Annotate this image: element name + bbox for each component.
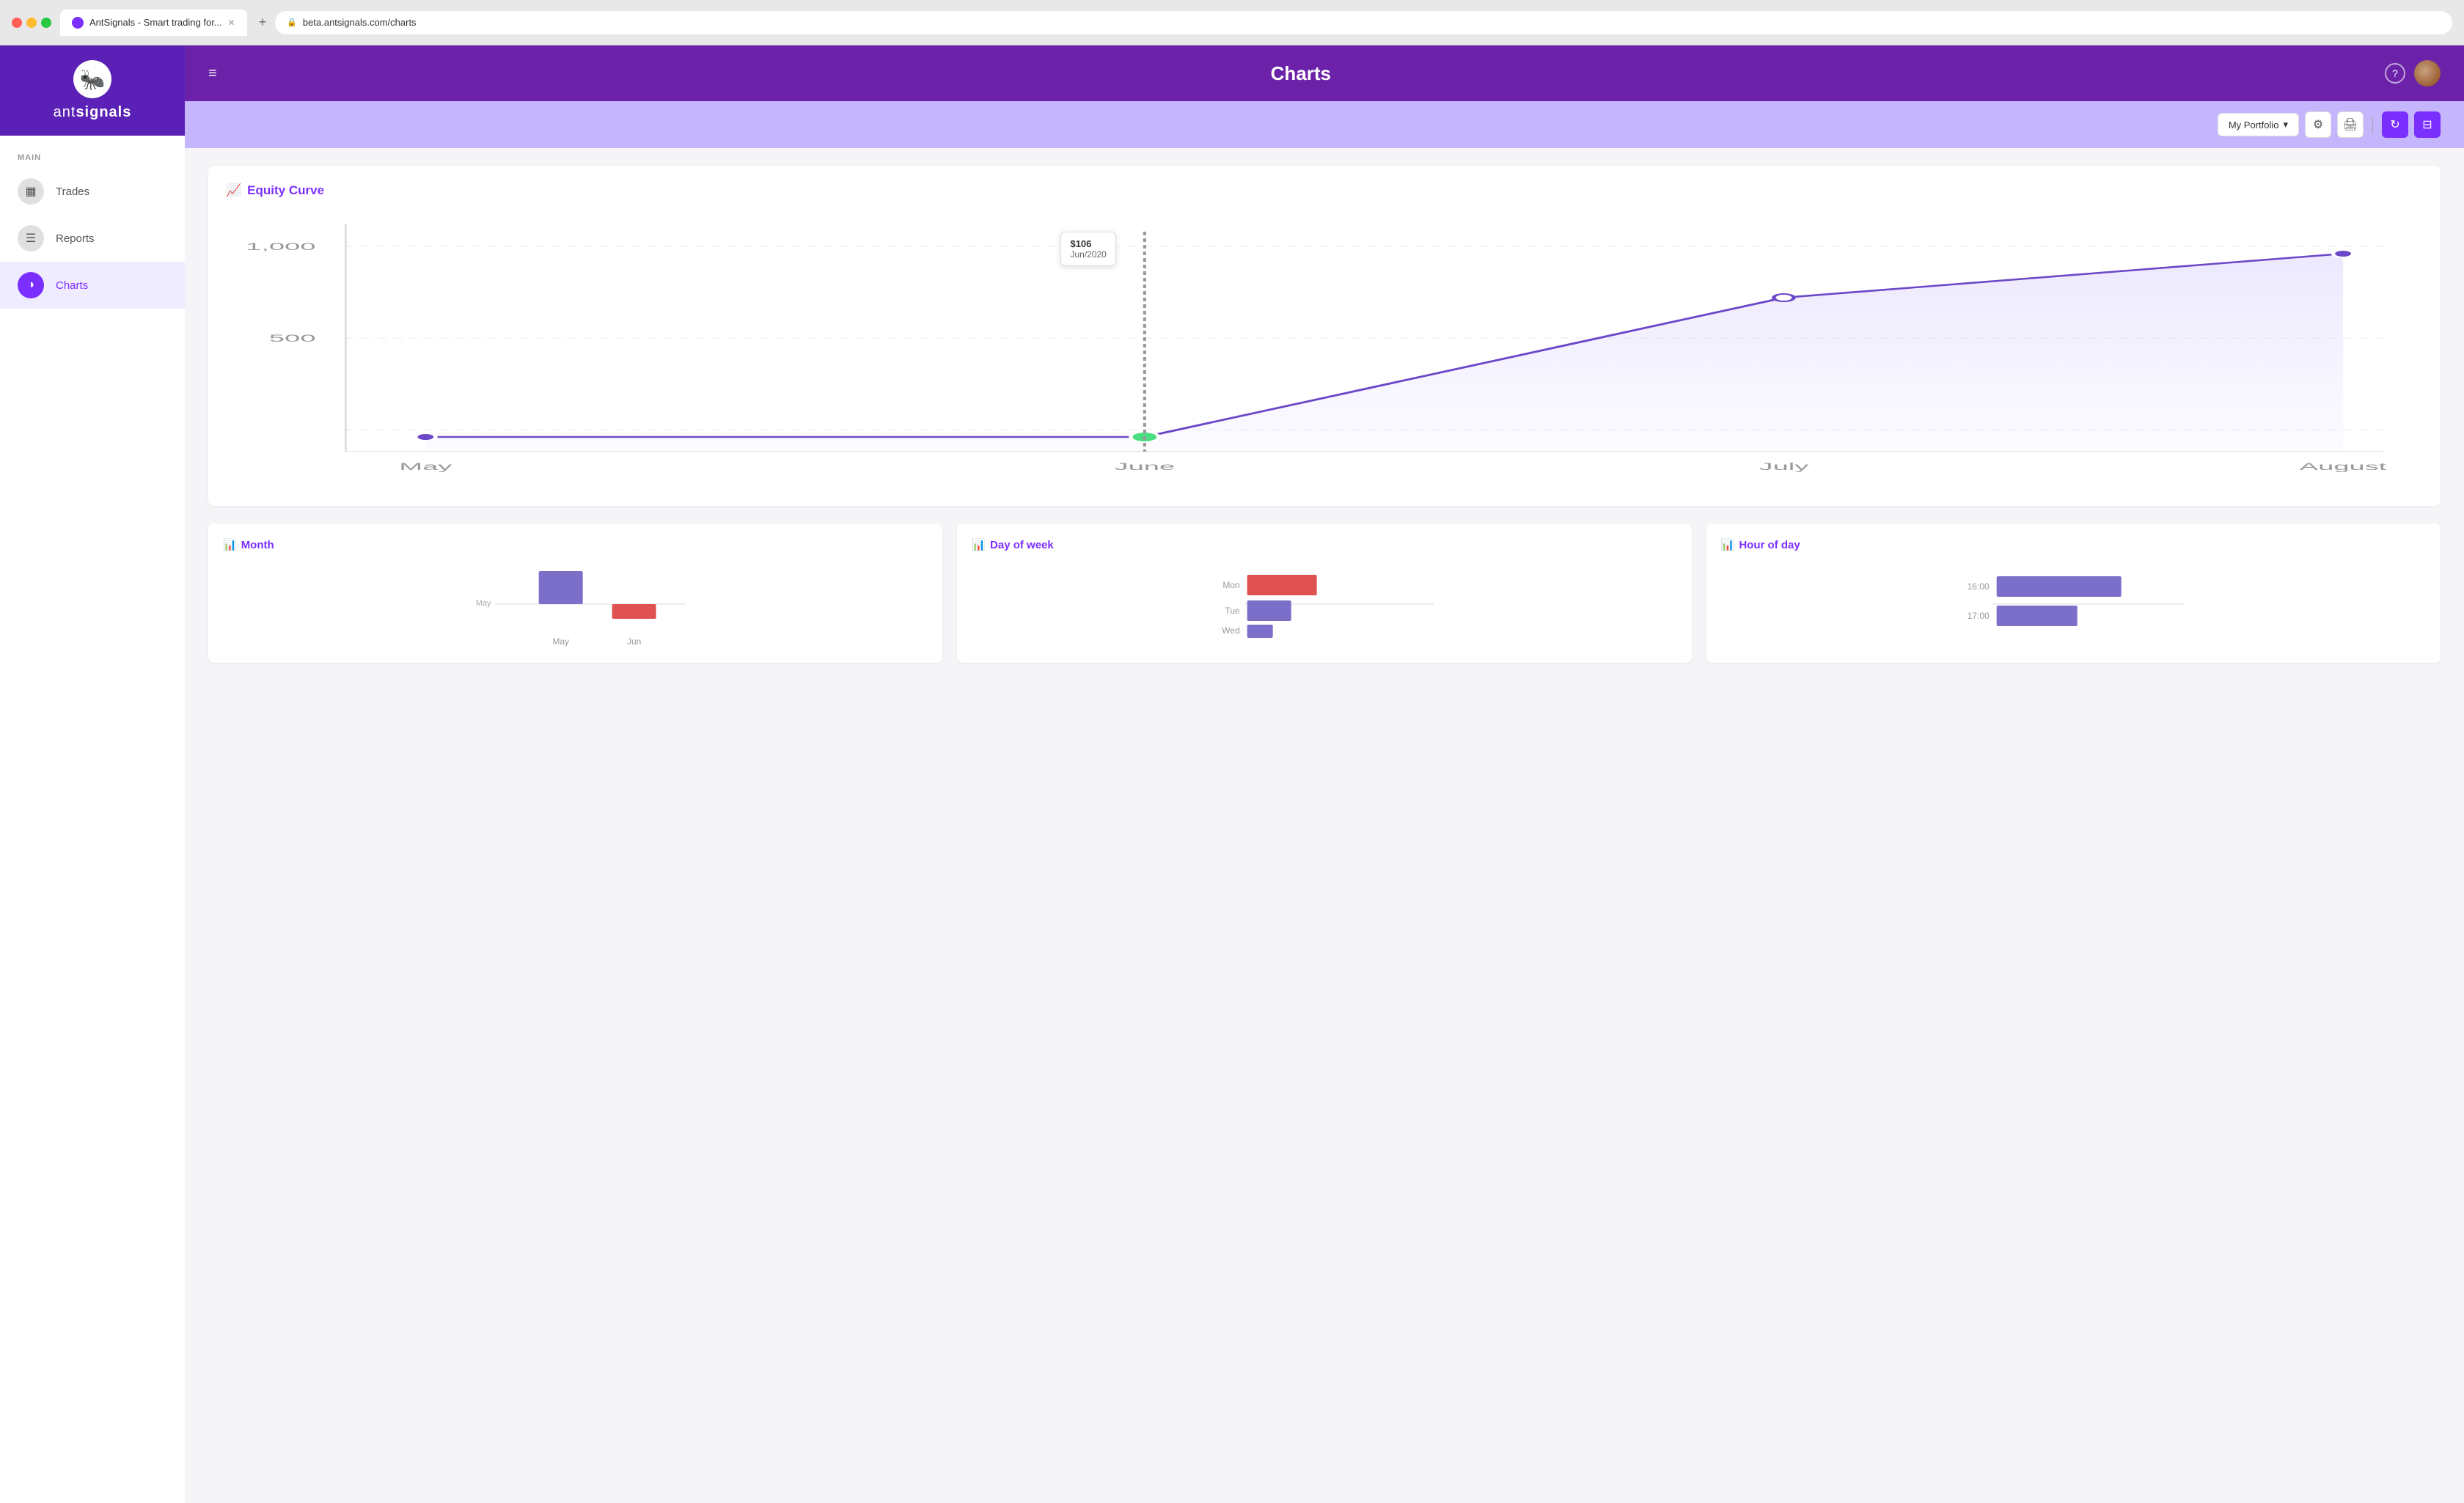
- refresh-btn[interactable]: ↻: [2382, 111, 2408, 138]
- logo-icon: 🐜: [73, 60, 111, 98]
- svg-text:Tue: Tue: [1225, 606, 1241, 616]
- logo-ant-icon: 🐜: [80, 67, 106, 92]
- refresh-icon: ↻: [2390, 117, 2399, 132]
- dot-maximize[interactable]: [41, 18, 51, 28]
- chart-icon: 📊: [1721, 538, 1735, 551]
- top-bar: ≡ Charts ?: [185, 45, 2464, 101]
- charts-area: 📈 Equity Curve $106 Jun/2020: [185, 148, 2464, 1503]
- svg-text:May: May: [552, 636, 569, 647]
- equity-curve-title: 📈 Equity Curve: [226, 183, 2423, 198]
- settings-btn[interactable]: ⚙: [2305, 111, 2331, 138]
- url-text: beta.antsignals.com/charts: [303, 17, 417, 28]
- svg-text:May: May: [476, 599, 491, 608]
- svg-text:16:00: 16:00: [1967, 581, 1989, 592]
- svg-text:Mon: Mon: [1223, 580, 1240, 590]
- chart-icon: 📊: [223, 538, 237, 551]
- hour-of-day-title: 📊 Hour of day: [1721, 538, 2426, 551]
- hamburger-btn[interactable]: ≡: [208, 65, 217, 82]
- svg-text:1,000: 1,000: [246, 241, 315, 253]
- hod-svg: 16:00 17:00: [1721, 560, 2426, 648]
- sidebar-item-label: Charts: [56, 279, 88, 292]
- tab-favicon: [72, 17, 84, 29]
- browser-dots: [12, 18, 51, 28]
- dot-minimize[interactable]: [26, 18, 37, 28]
- sub-bar: My Portfolio ▾ ⚙ 🖨 ↻ ⊟: [185, 101, 2464, 148]
- trades-icon: ▦: [18, 178, 44, 205]
- top-bar-right: ?: [2385, 60, 2441, 87]
- hour-of-day-chart-card: 📊 Hour of day 16:00: [1706, 523, 2441, 663]
- svg-text:500: 500: [269, 333, 316, 345]
- toolbar-separator: [2372, 116, 2373, 133]
- sidebar-nav: MAIN ▦ Trades ☰ Reports ◑ Charts: [0, 136, 185, 320]
- main-content: ≡ Charts ? My Portfolio ▾ ⚙ 🖨 ↻: [185, 45, 2464, 1503]
- sidebar-item-reports[interactable]: ☰ Reports: [0, 215, 185, 262]
- print-btn[interactable]: 🖨: [2337, 111, 2364, 138]
- equity-chart-container: $106 Jun/2020 1,000 500: [226, 210, 2423, 488]
- charts-icon: ◑: [18, 272, 44, 298]
- svg-text:July: July: [1759, 461, 1810, 473]
- month-chart-title: 📊 Month: [223, 538, 928, 551]
- chart-icon: 📊: [972, 538, 986, 551]
- tab-title: AntSignals - Smart trading for...: [89, 17, 222, 28]
- portfolio-label: My Portfolio: [2229, 120, 2279, 131]
- browser-tab[interactable]: AntSignals - Smart trading for... ✕: [60, 10, 247, 36]
- app-container: 🐜 antsignals MAIN ▦ Trades ☰ Reports ◑ C…: [0, 45, 2464, 1503]
- day-of-week-chart-area: Mon Tue Wed: [972, 560, 1676, 648]
- charts-row: 📊 Month May Jun: [208, 523, 2441, 663]
- equity-svg: 1,000 500 May June July August: [226, 210, 2423, 488]
- portfolio-select[interactable]: My Portfolio ▾: [2218, 113, 2299, 136]
- reports-icon: ☰: [18, 225, 44, 251]
- month-chart-card: 📊 Month May Jun: [208, 523, 942, 663]
- address-bar[interactable]: 🔒 beta.antsignals.com/charts: [275, 11, 2452, 34]
- settings-icon: ⚙: [2313, 117, 2323, 132]
- svg-text:May: May: [399, 461, 452, 473]
- month-svg: May Jun May: [223, 560, 928, 648]
- chart-icon: 📈: [226, 183, 241, 198]
- dow-svg: Mon Tue Wed: [972, 560, 1676, 648]
- filter-icon: ⊟: [2422, 117, 2432, 132]
- dot-close[interactable]: [12, 18, 22, 28]
- svg-text:Wed: Wed: [1222, 625, 1240, 636]
- user-avatar[interactable]: [2414, 60, 2441, 87]
- svg-text:Jun: Jun: [627, 636, 641, 647]
- lock-icon: 🔒: [287, 18, 297, 27]
- tab-close-btn[interactable]: ✕: [228, 18, 235, 28]
- day-of-week-chart-card: 📊 Day of week: [957, 523, 1691, 663]
- filter-btn[interactable]: ⊟: [2414, 111, 2441, 138]
- sidebar-item-charts[interactable]: ◑ Charts: [0, 262, 185, 309]
- help-btn[interactable]: ?: [2385, 63, 2405, 84]
- sidebar-item-label: Trades: [56, 185, 89, 198]
- add-tab-btn[interactable]: +: [259, 15, 267, 30]
- sidebar-item-label: Reports: [56, 232, 95, 245]
- equity-curve-card: 📈 Equity Curve $106 Jun/2020: [208, 166, 2441, 506]
- chevron-down-icon: ▾: [2283, 119, 2288, 131]
- print-icon: 🖨: [2343, 117, 2358, 132]
- sidebar: 🐜 antsignals MAIN ▦ Trades ☰ Reports ◑ C…: [0, 45, 185, 1503]
- day-of-week-title: 📊 Day of week: [972, 538, 1676, 551]
- page-title: Charts: [1271, 62, 1331, 85]
- hour-of-day-chart-area: 16:00 17:00: [1721, 560, 2426, 648]
- logo-text: antsignals: [54, 104, 132, 121]
- svg-text:17:00: 17:00: [1967, 611, 1989, 621]
- sidebar-section-label: MAIN: [0, 147, 185, 168]
- browser-chrome: AntSignals - Smart trading for... ✕ + 🔒 …: [0, 0, 2464, 45]
- svg-text:June: June: [1115, 461, 1176, 473]
- svg-text:August: August: [2300, 461, 2387, 473]
- sidebar-item-trades[interactable]: ▦ Trades: [0, 168, 185, 215]
- sidebar-logo: 🐜 antsignals: [0, 45, 185, 136]
- month-chart-area: May Jun May: [223, 560, 928, 648]
